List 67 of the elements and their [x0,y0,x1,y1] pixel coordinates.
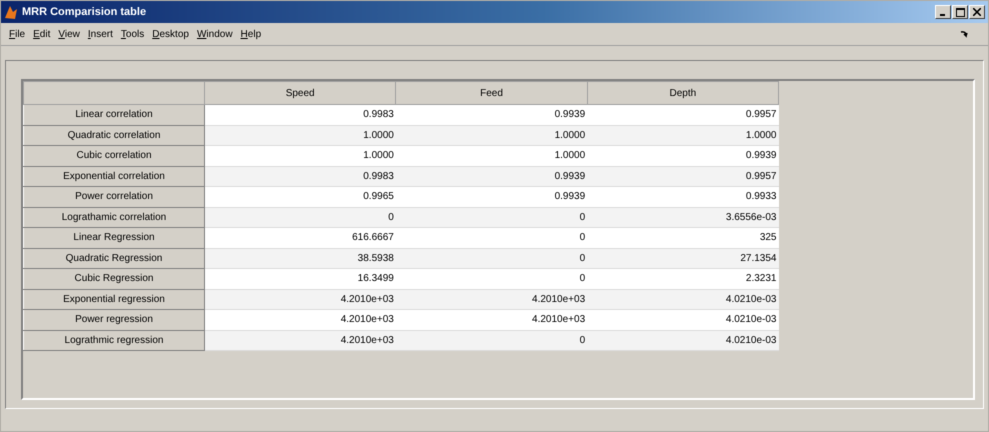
close-icon [973,8,981,16]
table-cell: 4.0210e-03 [587,310,778,330]
table-cell: 0 [204,207,396,228]
table-cell: 0 [396,268,588,289]
row-header[interactable]: Lograthamic correlation [24,207,204,228]
table-cell: 1.0000 [204,146,396,166]
table-cell: 0.9965 [204,186,396,207]
menu-item[interactable]: Insert [84,28,117,40]
table-cell: 27.1354 [587,248,778,268]
table-cell: 325 [587,228,778,248]
row-header[interactable]: Exponential correlation [24,166,204,186]
table-cell: 0.9957 [587,104,778,125]
table-cell: 2.3231 [587,268,778,289]
close-button[interactable] [969,5,985,19]
menu-item[interactable]: Desktop [148,28,193,40]
table-cell: 4.0210e-03 [587,330,778,350]
table-cell: 1.0000 [396,125,588,146]
menu-item[interactable]: Tools [116,28,148,40]
table-cell: 0.9957 [587,166,778,186]
row-header[interactable]: Cubic Regression [24,268,204,289]
table-cell: 0.9933 [587,186,778,207]
row-header[interactable]: Power correlation [24,186,204,207]
menu-item[interactable]: Edit [29,28,54,40]
table-cell: 4.2010e+03 [204,330,396,350]
column-header[interactable]: Feed [396,82,588,104]
window-title: MRR Comparision table [22,6,146,18]
row-header[interactable]: Lograthmic regression [24,330,204,350]
table-cell: 0.9983 [204,166,396,186]
table-cell: 4.2010e+03 [204,289,396,310]
table-cell: 3.6556e-03 [587,207,778,228]
table-cell: 1.0000 [204,125,396,146]
menu-item[interactable]: Help [236,28,266,40]
table-cell: 0 [396,330,588,350]
table-cell: 4.2010e+03 [204,310,396,330]
table-cell: 1.0000 [396,146,588,166]
column-header[interactable]: Speed [204,82,396,104]
table-cell: 0.9983 [204,104,396,125]
row-header[interactable]: Cubic correlation [24,146,204,166]
menu-item[interactable]: Window [192,28,237,40]
table-cell: 4.2010e+03 [396,310,588,330]
column-header[interactable]: Depth [587,82,778,104]
table-cell: 0.9939 [396,104,588,125]
table-cell: 0.9939 [396,166,588,186]
row-header[interactable]: Exponential regression [24,289,204,310]
row-header[interactable]: Quadratic Regression [24,248,204,268]
table-cell: 1.0000 [587,125,778,146]
peak-icon [4,4,18,20]
table-cell: 38.5938 [204,248,396,268]
row-header[interactable]: Quadratic correlation [24,125,204,146]
maximize-icon [956,8,964,16]
table-cell: 0 [396,228,588,248]
table-cell: 4.0210e-03 [587,289,778,310]
maximize-button[interactable] [952,5,968,19]
table-cell: 0.9939 [396,186,588,207]
row-header[interactable]: Power regression [24,310,204,330]
table-cell: 4.2010e+03 [396,289,588,310]
table-cell: 0 [396,207,588,228]
menu-item[interactable]: File [5,28,30,40]
table-cell: 0 [396,248,588,268]
table-cell: 616.6667 [204,228,396,248]
menu-item[interactable]: View [54,28,84,40]
table-cell: 16.3499 [204,268,396,289]
minimize-button[interactable] [935,5,951,19]
table-cell: 0.9939 [587,146,778,166]
row-header[interactable]: Linear correlation [24,104,204,125]
row-header[interactable]: Linear Regression [24,228,204,248]
curved-arrow-icon[interactable] [960,30,968,38]
